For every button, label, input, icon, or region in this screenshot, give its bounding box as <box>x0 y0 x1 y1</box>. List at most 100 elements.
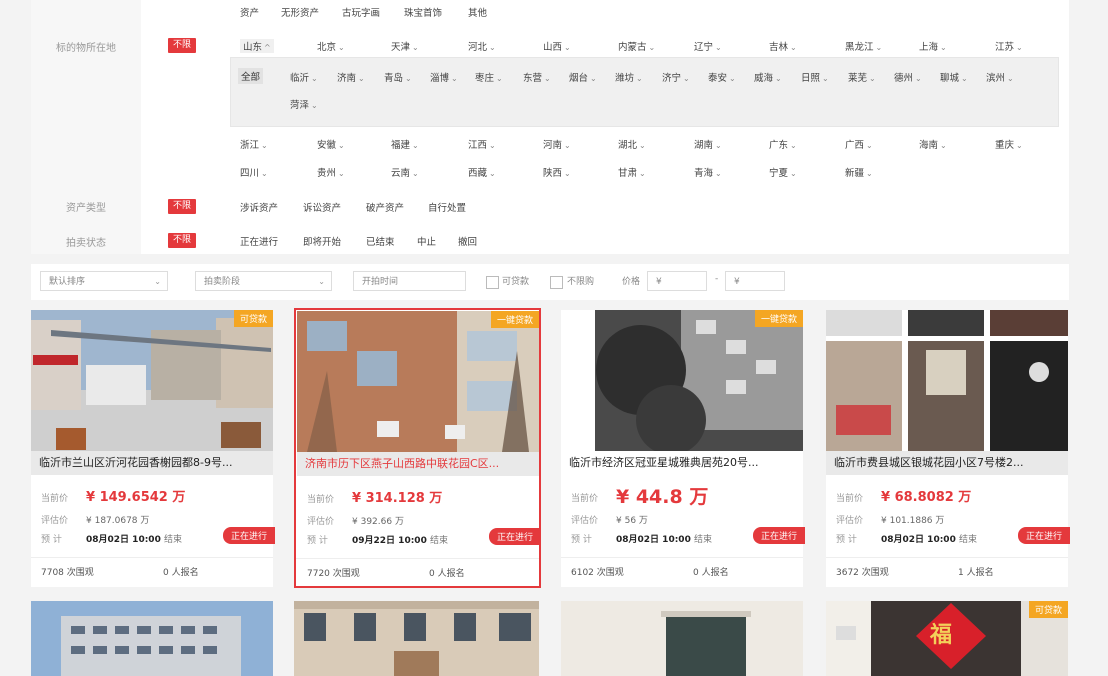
city-option[interactable]: 菏泽 ⌄ <box>290 97 318 111</box>
city-option[interactable]: 聊城 ⌄ <box>940 70 968 84</box>
card-title[interactable]: 临沂市经济区冠亚星城雅典居苑20号... <box>561 451 803 475</box>
current-price-label: 当前价 <box>836 494 864 504</box>
province-option[interactable]: 贵州 ⌄ <box>317 165 345 179</box>
province-option[interactable]: 广东 ⌄ <box>769 137 797 151</box>
province-option[interactable]: 河北 ⌄ <box>468 39 496 53</box>
filter-top-option[interactable]: 珠宝首饰 <box>404 5 442 19</box>
auction-status-option[interactable]: 中止 <box>417 234 436 248</box>
province-shandong[interactable]: 山东 ^ <box>240 39 274 53</box>
end-time: 08月02日 10:00 结束 <box>616 535 712 545</box>
property-photo[interactable]: 一键贷款 <box>297 311 539 452</box>
city-all[interactable]: 全部 <box>238 68 264 84</box>
default-sort-select[interactable]: 默认排序 ⌄ <box>40 271 168 291</box>
auction-status-option[interactable]: 即将开始 <box>303 234 341 248</box>
filter-top-option[interactable]: 无形资产 <box>281 5 319 19</box>
province-option[interactable]: 江西 ⌄ <box>468 137 496 151</box>
province-option[interactable]: 四川 ⌄ <box>240 165 268 179</box>
city-option[interactable]: 东营 ⌄ <box>523 70 551 84</box>
current-price: ¥ 68.8082 万 <box>881 490 972 505</box>
province-option[interactable]: 湖南 ⌄ <box>694 137 722 151</box>
asset-type-option[interactable]: 诉讼资产 <box>303 200 341 214</box>
filter-top-option[interactable]: 资产 <box>240 5 259 19</box>
province-option[interactable]: 北京 ⌄ <box>317 39 345 53</box>
auction-status-option[interactable]: 撤回 <box>458 234 477 248</box>
city-option[interactable]: 泰安 ⌄ <box>708 70 736 84</box>
city-option[interactable]: 枣庄 ⌄ <box>475 70 503 84</box>
city-option[interactable]: 威海 ⌄ <box>754 70 782 84</box>
province-option[interactable]: 浙江 ⌄ <box>240 137 268 151</box>
card-title[interactable]: 临沂市费县城区银城花园小区7号楼2... <box>826 451 1068 475</box>
province-option[interactable]: 陕西 ⌄ <box>543 165 571 179</box>
city-option[interactable]: 济南 ⌄ <box>337 70 365 84</box>
auction-card-photo[interactable] <box>561 601 803 676</box>
view-count: 7708 次围观 <box>41 568 94 578</box>
property-photo[interactable]: 一键贷款 <box>561 310 803 451</box>
auction-card-photo[interactable] <box>31 601 273 676</box>
auction-card[interactable]: 一键贷款 济南市历下区燕子山西路中联花园C区... 当前价 ¥ 314.128 … <box>294 308 541 588</box>
auction-status-no-limit[interactable]: 不限 <box>168 233 197 248</box>
auction-card[interactable]: 一键贷款 临沂市经济区冠亚星城雅典居苑20号... 当前价 ¥ 44.8 万 评… <box>561 310 805 587</box>
auction-stage-select[interactable]: 拍卖阶段 ⌄ <box>195 271 332 291</box>
province-option[interactable]: 广西 ⌄ <box>845 137 873 151</box>
province-option[interactable]: 黑龙江 ⌄ <box>845 39 882 53</box>
province-option[interactable]: 山西 ⌄ <box>543 39 571 53</box>
city-option[interactable]: 烟台 ⌄ <box>569 70 597 84</box>
card-title[interactable]: 临沂市兰山区沂河花园香榭园都8-9号... <box>31 451 273 475</box>
auction-card-photo[interactable]: 福 可贷款 <box>826 601 1068 676</box>
city-option[interactable]: 青岛 ⌄ <box>384 70 412 84</box>
no-limit-buy-checkbox[interactable] <box>550 276 563 289</box>
province-option[interactable]: 海南 ⌄ <box>919 137 947 151</box>
auction-card[interactable]: 临沂市费县城区银城花园小区7号楼2... 当前价 ¥ 68.8082 万 评估价… <box>826 310 1070 587</box>
auction-status-label: 拍卖状态 <box>66 238 106 249</box>
province-option[interactable]: 江苏 ⌄ <box>995 39 1023 53</box>
province-option[interactable]: 内蒙古 ⌄ <box>618 39 655 53</box>
current-price: ¥ 314.128 万 <box>352 491 443 506</box>
asset-type-option[interactable]: 自行处置 <box>428 200 466 214</box>
city-option[interactable]: 莱芜 ⌄ <box>848 70 876 84</box>
price-label: 价格 <box>622 277 641 287</box>
property-photo[interactable] <box>826 310 1068 451</box>
city-option[interactable]: 日照 ⌄ <box>801 70 829 84</box>
province-option[interactable]: 福建 ⌄ <box>391 137 419 151</box>
province-option[interactable]: 新疆 ⌄ <box>845 165 873 179</box>
asset-type-no-limit[interactable]: 不限 <box>168 199 197 214</box>
province-option[interactable]: 甘肃 ⌄ <box>618 165 646 179</box>
province-option[interactable]: 青海 ⌄ <box>694 165 722 179</box>
loan-ok-label: 可贷款 <box>502 277 530 287</box>
auction-status-option[interactable]: 已结束 <box>366 234 395 248</box>
appraisal-price: ¥ 56 万 <box>616 516 648 526</box>
auction-status-option[interactable]: 正在进行 <box>240 234 278 248</box>
province-option[interactable]: 河南 ⌄ <box>543 137 571 151</box>
location-no-limit[interactable]: 不限 <box>168 38 197 53</box>
province-option[interactable]: 辽宁 ⌄ <box>694 39 722 53</box>
start-time-input[interactable]: 开拍时间 <box>353 271 466 291</box>
province-option[interactable]: 宁夏 ⌄ <box>769 165 797 179</box>
city-option[interactable]: 滨州 ⌄ <box>986 70 1014 84</box>
city-option[interactable]: 德州 ⌄ <box>894 70 922 84</box>
city-option[interactable]: 济宁 ⌄ <box>662 70 690 84</box>
property-photo[interactable]: 可贷款 <box>31 310 273 451</box>
filter-top-option[interactable]: 古玩字画 <box>342 5 380 19</box>
filter-top-option[interactable]: 其他 <box>468 5 487 19</box>
province-option[interactable]: 西藏 ⌄ <box>468 165 496 179</box>
auction-card[interactable]: 可贷款 临沂市兰山区沂河花园香榭园都8-9号... 当前价 ¥ 149.6542… <box>31 310 275 587</box>
province-option[interactable]: 云南 ⌄ <box>391 165 419 179</box>
city-option[interactable]: 临沂 ⌄ <box>290 70 318 84</box>
province-option[interactable]: 湖北 ⌄ <box>618 137 646 151</box>
view-count: 6102 次围观 <box>571 568 624 578</box>
province-option[interactable]: 吉林 ⌄ <box>769 39 797 53</box>
auction-card-photo[interactable] <box>294 601 539 676</box>
loan-ok-checkbox[interactable] <box>486 276 499 289</box>
asset-type-option[interactable]: 破产资产 <box>366 200 404 214</box>
province-option[interactable]: 上海 ⌄ <box>919 39 947 53</box>
asset-type-option[interactable]: 涉诉资产 <box>240 200 278 214</box>
province-option[interactable]: 安徽 ⌄ <box>317 137 345 151</box>
card-title[interactable]: 济南市历下区燕子山西路中联花园C区... <box>297 452 539 476</box>
price-max-input[interactable]: ¥ <box>725 271 785 291</box>
price-min-input[interactable]: ¥ <box>647 271 707 291</box>
city-option[interactable]: 淄博 ⌄ <box>430 70 458 84</box>
city-option[interactable]: 潍坊 ⌄ <box>615 70 643 84</box>
province-option[interactable]: 天津 ⌄ <box>391 39 419 53</box>
view-count: 7720 次围观 <box>307 569 360 579</box>
province-option[interactable]: 重庆 ⌄ <box>995 137 1023 151</box>
